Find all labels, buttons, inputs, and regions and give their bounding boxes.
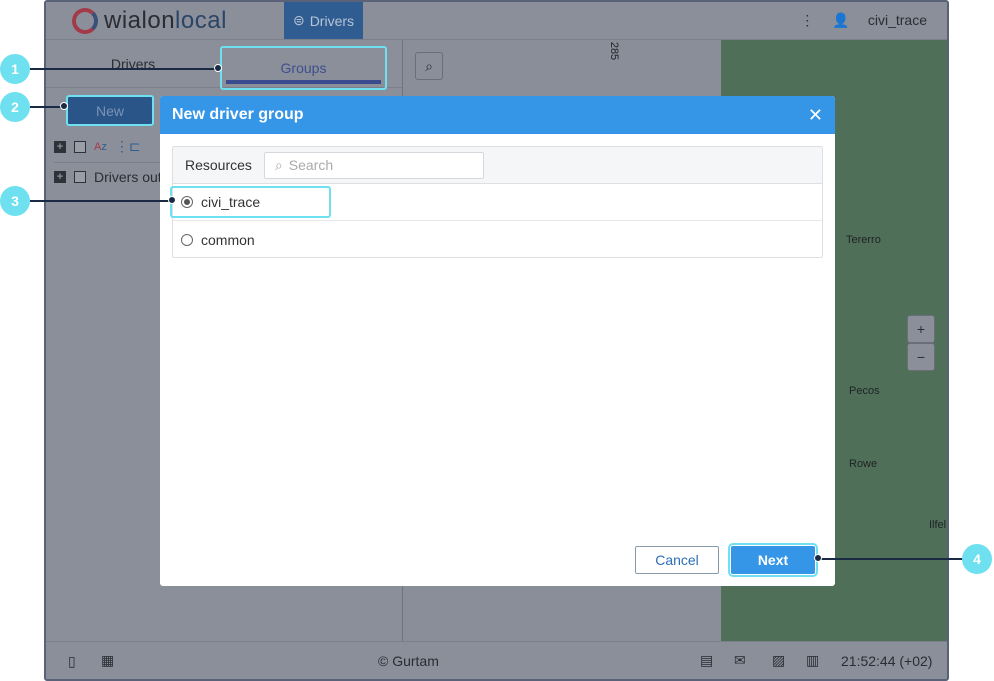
zoom-out-button[interactable]: −: [907, 343, 935, 371]
callout-1: 1: [0, 54, 30, 84]
next-button[interactable]: Next: [728, 543, 818, 577]
drivers-module-tab[interactable]: ⊜ Drivers: [284, 2, 363, 39]
messages-icon[interactable]: ✉: [734, 652, 746, 669]
callout-4: 4: [962, 544, 992, 574]
clock: 21:52:44 (+02): [841, 653, 933, 669]
resource-item[interactable]: civi_trace: [170, 184, 822, 221]
resources-label: Resources: [185, 157, 252, 173]
group-tree-icon[interactable]: ⋮⊏: [115, 138, 141, 155]
resources-list: Resources ⌕ Search civi_trace common: [170, 146, 823, 258]
search-input[interactable]: ⌕ Search: [263, 151, 484, 179]
city-label: Ilfel: [929, 519, 947, 531]
notifications-icon[interactable]: ▤: [700, 652, 713, 669]
expand-all-icon[interactable]: +: [54, 140, 66, 153]
steering-wheel-icon: ⊜: [292, 12, 305, 28]
top-bar: wialonlocal ⊜ Drivers ⋮ 👤 civi_trace: [46, 2, 947, 40]
road-label: 285: [608, 41, 621, 61]
city-label: Tererro: [846, 234, 881, 246]
row-label: Drivers out: [94, 168, 162, 185]
panel-toggle-icon[interactable]: ▯: [68, 653, 76, 670]
gallery-icon[interactable]: ▨: [772, 652, 785, 669]
radio-selected[interactable]: [181, 196, 193, 208]
callout-3: 3: [0, 186, 30, 216]
footer: ▯ ▦ © Gurtam ▤ ✉ ▨ ▥ 21:52:44 (+02): [46, 641, 947, 679]
tab-groups[interactable]: Groups: [220, 46, 387, 90]
new-button[interactable]: New: [66, 95, 154, 126]
drivers-tab-label: Drivers: [309, 12, 355, 29]
apps-grid-icon[interactable]: ▦: [101, 652, 114, 669]
search-placeholder: Search: [288, 157, 334, 173]
layout-icon[interactable]: ▥: [806, 652, 819, 669]
select-all-checkbox[interactable]: [74, 140, 86, 153]
dialog-title: New driver group: [172, 106, 304, 123]
logo: wialonlocal: [72, 7, 227, 35]
expand-icon[interactable]: +: [54, 170, 66, 183]
sort-az-icon[interactable]: Az: [94, 141, 107, 153]
new-driver-group-dialog: New driver group ✕ Resources ⌕ Search civi…: [160, 96, 835, 586]
zoom-in-button[interactable]: +: [907, 315, 935, 343]
copyright: © Gurtam: [378, 653, 439, 669]
city-label: Rowe: [849, 458, 878, 470]
cancel-button[interactable]: Cancel: [635, 546, 719, 574]
callout-2: 2: [0, 92, 30, 122]
radio[interactable]: [181, 233, 193, 246]
map-search-icon[interactable]: ⌕: [415, 52, 443, 80]
user-name[interactable]: civi_trace: [868, 12, 927, 29]
tab-drivers[interactable]: Drivers: [46, 40, 220, 88]
more-menu-icon[interactable]: ⋮: [800, 12, 814, 29]
close-icon[interactable]: ✕: [808, 105, 823, 126]
city-label: Pecos: [849, 385, 880, 397]
resource-name: common: [201, 231, 255, 248]
resource-item[interactable]: common: [173, 221, 822, 258]
user-icon[interactable]: 👤: [832, 12, 849, 29]
search-icon: ⌕: [274, 156, 283, 173]
row-checkbox[interactable]: [74, 170, 86, 183]
